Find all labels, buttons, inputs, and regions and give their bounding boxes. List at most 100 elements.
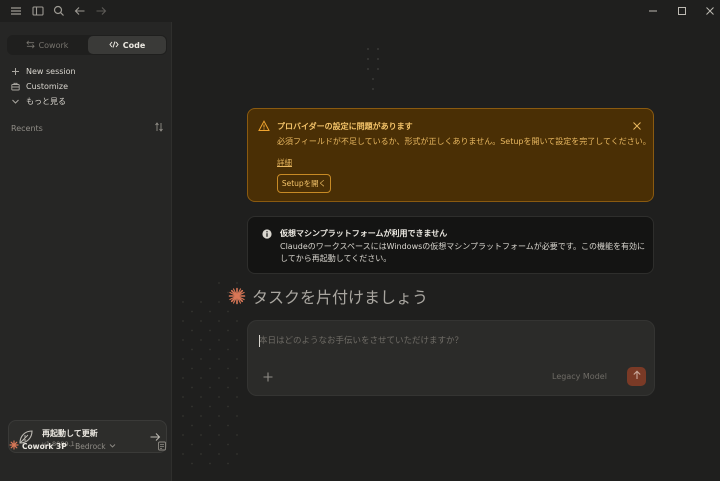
maximize-icon[interactable]	[675, 4, 689, 18]
send-button[interactable]	[627, 367, 646, 386]
cowork-icon	[25, 40, 35, 51]
decor-dot	[182, 358, 184, 360]
recents-heading: Recents	[11, 124, 43, 133]
decor-dot	[191, 462, 193, 465]
decor-dot	[236, 358, 238, 360]
account-switcher[interactable]: Cowork 3P · Bedrock	[9, 440, 116, 452]
decor-dot	[236, 453, 238, 455]
decor-dot	[236, 415, 238, 417]
decor-dot	[218, 377, 220, 379]
sidebar-item-label: もっと見る	[26, 96, 66, 106]
decor-dot	[227, 405, 229, 408]
close-icon[interactable]	[632, 121, 642, 131]
decor-dot	[218, 453, 220, 455]
search-icon[interactable]	[52, 4, 66, 18]
sidebar-item-more[interactable]: もっと見る	[11, 95, 66, 107]
composer: Legacy Model	[247, 320, 655, 396]
decor-dot	[182, 377, 184, 379]
info-icon	[262, 229, 272, 239]
minimize-icon[interactable]	[646, 4, 660, 18]
info-title: 仮想マシンプラットフォームが利用できません	[280, 229, 448, 238]
text-caret	[259, 335, 260, 347]
filter-icon[interactable]	[154, 122, 164, 132]
decor-dot	[182, 339, 184, 341]
warning-icon	[258, 120, 270, 132]
decor-dot	[227, 367, 229, 370]
decor-dot	[182, 434, 184, 436]
claude-star-icon	[228, 287, 246, 305]
back-arrow-icon[interactable]	[73, 4, 87, 18]
decor-dot	[200, 434, 202, 436]
decor-dot	[227, 386, 229, 389]
decor-dot	[200, 453, 202, 455]
forward-arrow-icon[interactable]	[94, 4, 108, 18]
decor-dot	[227, 310, 229, 313]
decor-dot	[209, 386, 211, 389]
sidebar-item-customize[interactable]: Customize	[11, 80, 68, 92]
dot-pattern	[367, 48, 379, 90]
claude-logo-icon	[9, 440, 19, 452]
decor-dot	[236, 434, 238, 436]
update-title: 再起動して更新	[42, 429, 98, 438]
close-window-icon[interactable]	[703, 4, 717, 18]
prompt-input[interactable]	[259, 334, 639, 348]
mode-cowork-button[interactable]: Cowork	[8, 36, 86, 54]
decor-dot	[218, 301, 220, 303]
decor-dot	[218, 396, 220, 398]
sidebar-item-label: New session	[26, 66, 76, 76]
decor-dot	[236, 396, 238, 398]
decor-dot	[218, 358, 220, 360]
decor-dot	[209, 367, 211, 370]
decor-dot	[236, 377, 238, 379]
decor-dot	[227, 443, 229, 446]
sidebar-toggle-icon[interactable]	[31, 4, 45, 18]
details-link[interactable]: 詳細	[277, 157, 292, 168]
decor-dot	[227, 329, 229, 332]
decor-dot	[200, 320, 202, 322]
decor-dot	[191, 367, 193, 370]
arrow-up-icon	[632, 370, 642, 383]
decor-dot	[191, 424, 193, 427]
decor-dot	[200, 358, 202, 360]
decor-dot	[191, 329, 193, 332]
decor-dot	[191, 386, 193, 389]
decor-dot	[182, 320, 184, 322]
dot-pattern	[182, 282, 238, 465]
warning-title: プロバイダーの設定に問題があります	[277, 122, 413, 131]
footer-separator: ·	[69, 441, 73, 451]
briefcase-icon	[11, 82, 20, 91]
decor-dot	[236, 320, 238, 322]
hero-heading: タスクを片付けましょう	[228, 284, 428, 308]
settings-icon[interactable]	[157, 441, 167, 451]
decor-dot	[182, 301, 184, 303]
mode-cowork-label: Cowork	[38, 40, 69, 50]
mode-toggle: Cowork Code	[7, 35, 167, 55]
decor-dot	[218, 339, 220, 341]
plus-icon[interactable]	[262, 371, 274, 383]
code-icon	[109, 40, 119, 51]
decor-dot	[191, 443, 193, 446]
decor-dot	[200, 396, 202, 398]
chevron-down-icon	[11, 97, 20, 106]
sidebar-item-new-session[interactable]: New session	[11, 65, 76, 77]
open-setup-button[interactable]: Setupを開く	[277, 174, 331, 193]
decor-dot	[227, 424, 229, 427]
decor-dot	[218, 415, 220, 417]
decor-dot	[200, 339, 202, 341]
mode-code-label: Code	[122, 40, 146, 50]
hero-text: タスクを片付けましょう	[252, 288, 429, 307]
decor-dot	[236, 339, 238, 341]
decor-dot	[182, 453, 184, 455]
decor-dot	[209, 348, 211, 351]
model-selector[interactable]: Legacy Model	[552, 372, 607, 381]
mode-code-button[interactable]: Code	[88, 36, 166, 54]
decor-dot	[191, 348, 193, 351]
decor-dot	[200, 377, 202, 379]
menu-icon[interactable]	[9, 4, 23, 18]
decor-dot	[209, 405, 211, 408]
decor-dot	[227, 348, 229, 351]
decor-dot	[218, 434, 220, 436]
provider-warning-alert: プロバイダーの設定に問題があります 必須フィールドが不足しているか、形式が正しく…	[247, 108, 654, 202]
decor-dot	[218, 282, 220, 284]
vm-platform-info-alert: 仮想マシンプラットフォームが利用できません ClaudeのワークスペースにはWi…	[247, 216, 654, 274]
